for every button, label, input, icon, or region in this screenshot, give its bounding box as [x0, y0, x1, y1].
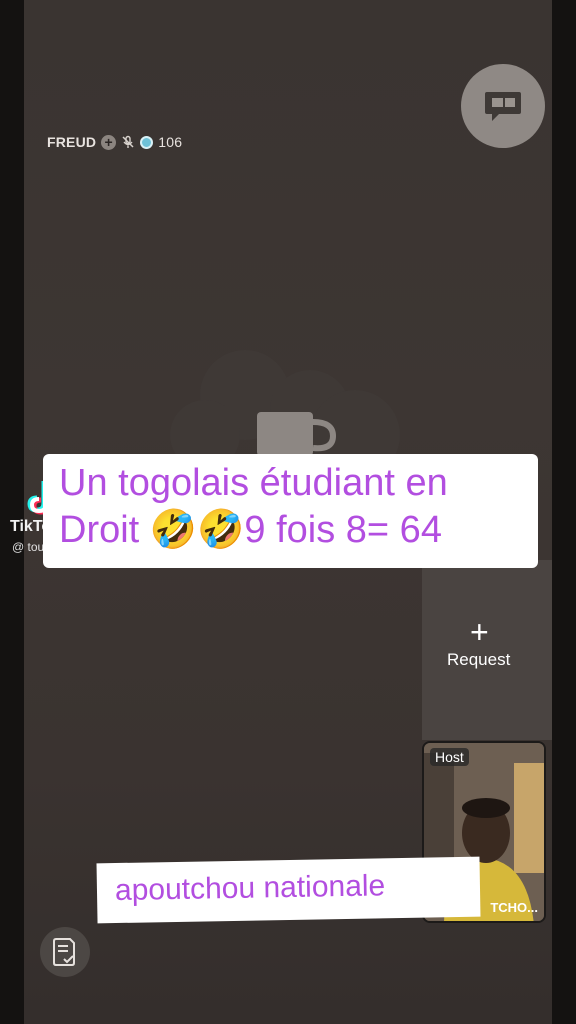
- viewer-count: 106: [158, 134, 183, 150]
- right-edge: [552, 0, 576, 1024]
- chat-bubble-icon: [485, 92, 521, 121]
- coin-icon: [140, 135, 154, 149]
- caption-line-1: Un togolais étudiant en: [59, 462, 448, 504]
- document-check-icon: [53, 938, 75, 966]
- plus-icon[interactable]: +: [470, 616, 489, 648]
- chat-button[interactable]: [461, 64, 545, 148]
- user-name: FREUD: [47, 134, 97, 150]
- host-tag: Host: [430, 748, 469, 766]
- nickname-label: apoutchou nationale: [96, 856, 481, 924]
- follow-plus-icon[interactable]: +: [101, 134, 117, 150]
- caption-line-2: Droit 🤣🤣9 fois 8= 64: [59, 509, 442, 551]
- mic-muted-icon: [121, 135, 135, 149]
- left-edge: [0, 0, 24, 1024]
- host-name: TCHO...: [490, 900, 538, 915]
- request-button-label[interactable]: Request: [447, 650, 510, 670]
- user-row[interactable]: FREUD + 106: [47, 132, 182, 152]
- caption-box: Un togolais étudiant en Droit 🤣🤣9 fois 8…: [43, 454, 538, 568]
- document-button[interactable]: [40, 927, 90, 977]
